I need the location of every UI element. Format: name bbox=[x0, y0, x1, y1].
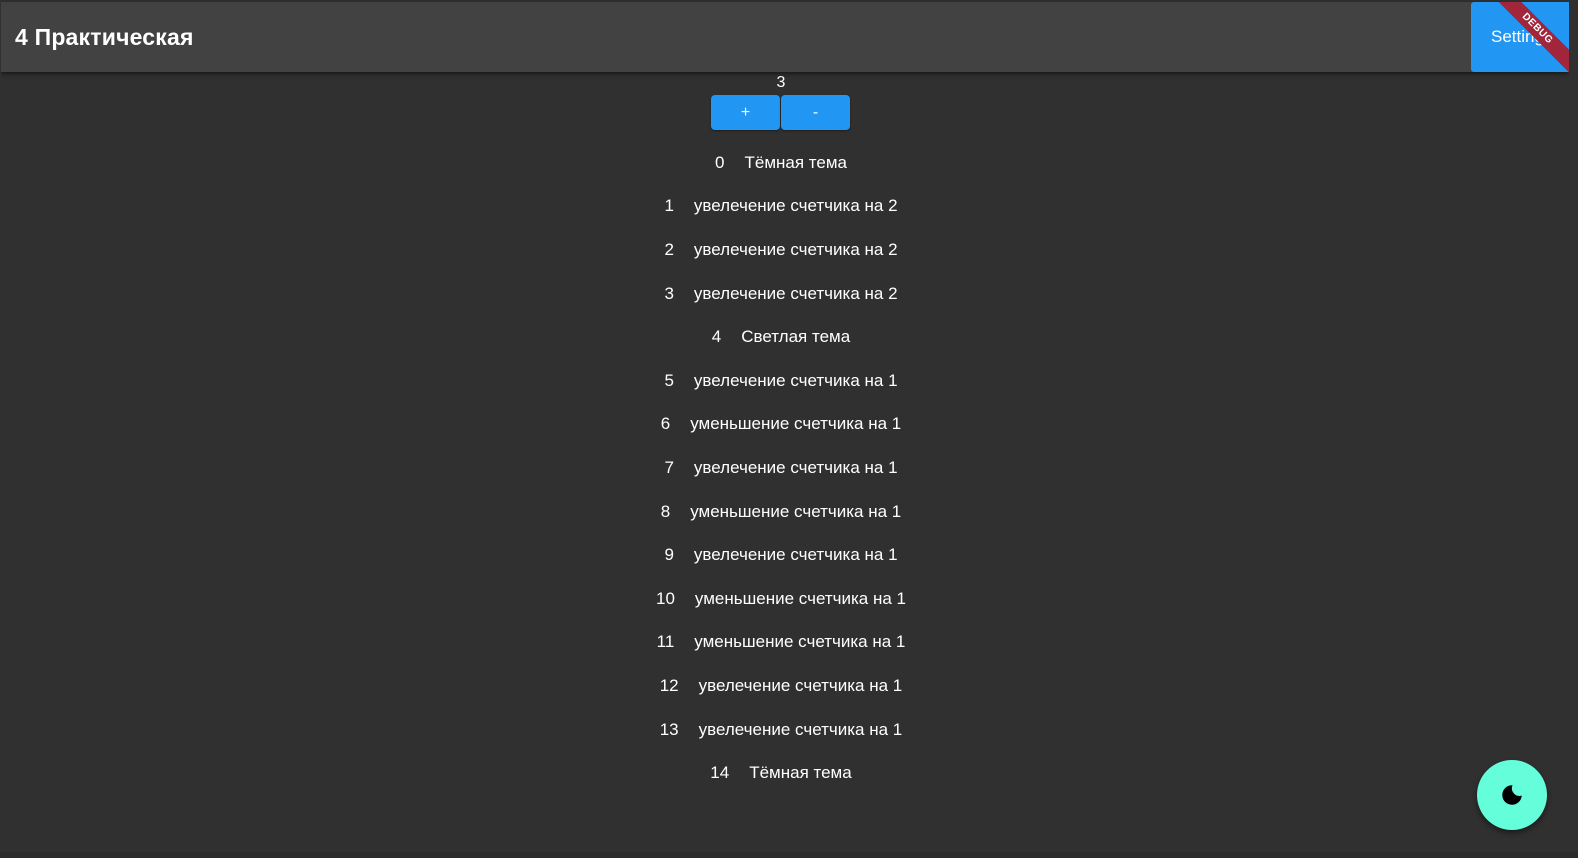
history-text: уменьшение счетчика на 1 bbox=[694, 588, 906, 608]
theme-toggle-button[interactable] bbox=[1477, 760, 1547, 830]
history-index: 4 bbox=[711, 327, 722, 347]
history-row: 8 уменьшение счетчика на 1 bbox=[1, 490, 1561, 534]
history-index: 8 bbox=[660, 501, 671, 521]
history-index: 14 bbox=[710, 763, 730, 783]
history-row: 2 увелечение счетчика на 2 bbox=[1, 228, 1561, 272]
app-window: 4 Практическая Settings DEBUG 3 + - 0 Тём… bbox=[1, 0, 1569, 852]
bottom-strip bbox=[0, 852, 1578, 858]
history-text: увелечение счетчика на 2 bbox=[693, 196, 898, 216]
history-text: уменьшение счетчика на 1 bbox=[690, 414, 902, 434]
counter-value: 3 bbox=[776, 74, 786, 91]
history-text: увелечение счетчика на 2 bbox=[693, 283, 898, 303]
history-index: 11 bbox=[656, 632, 675, 652]
history-text: увелечение счетчика на 1 bbox=[698, 719, 903, 739]
app-bar: 4 Практическая Settings bbox=[1, 2, 1569, 72]
history-row: 9 увелечение счетчика на 1 bbox=[1, 533, 1561, 577]
history-row: 6 уменьшение счетчика на 1 bbox=[1, 403, 1561, 447]
history-text: уменьшение счетчика на 1 bbox=[690, 501, 902, 521]
history-text: увелечение счетчика на 1 bbox=[693, 457, 898, 477]
history-row: 7 увелечение счетчика на 1 bbox=[1, 446, 1561, 490]
history-index: 12 bbox=[659, 675, 679, 695]
counter-buttons: + - bbox=[711, 95, 851, 130]
history-list: 0 Тёмная тема 1 увелечение счетчика на 2 2 ув… bbox=[1, 141, 1561, 795]
history-index: 3 bbox=[664, 283, 674, 303]
history-row: 10 уменьшение счетчика на 1 bbox=[1, 577, 1561, 621]
history-text: увелечение счетчика на 1 bbox=[693, 545, 898, 565]
history-row: 14 Тёмная тема bbox=[1, 751, 1561, 795]
history-row: 1 увелечение счетчика на 2 bbox=[1, 185, 1561, 229]
settings-button[interactable]: Settings bbox=[1471, 2, 1569, 72]
history-index: 10 bbox=[656, 588, 675, 608]
decrement-button[interactable]: - bbox=[781, 95, 850, 130]
history-text: увелечение счетчика на 1 bbox=[698, 675, 903, 695]
history-text: увелечение счетчика на 2 bbox=[693, 239, 898, 259]
history-row: 13 увелечение счетчика на 1 bbox=[1, 708, 1561, 752]
history-text: увелечение счетчика на 1 bbox=[693, 370, 898, 390]
history-index: 13 bbox=[659, 719, 679, 739]
history-text: уменьшение счетчика на 1 bbox=[694, 632, 906, 652]
history-text: Тёмная тема bbox=[744, 152, 847, 172]
history-row: 3 увелечение счетчика на 2 bbox=[1, 272, 1561, 316]
app-title: 4 Практическая bbox=[15, 24, 194, 50]
moon-icon bbox=[1502, 785, 1522, 805]
history-row: 5 увелечение счетчика на 1 bbox=[1, 359, 1561, 403]
history-row: 0 Тёмная тема bbox=[1, 141, 1561, 185]
history-row: 12 увелечение счетчика на 1 bbox=[1, 664, 1561, 708]
history-index: 9 bbox=[664, 545, 674, 565]
history-row: 4 Светлая тема bbox=[1, 315, 1561, 359]
history-text: Светлая тема bbox=[741, 327, 851, 347]
history-index: 1 bbox=[664, 196, 674, 216]
history-index: 6 bbox=[660, 414, 671, 434]
history-index: 2 bbox=[664, 239, 674, 259]
history-index: 5 bbox=[664, 370, 674, 390]
history-text: Тёмная тема bbox=[749, 763, 852, 783]
increment-button[interactable]: + bbox=[711, 95, 780, 130]
history-index: 0 bbox=[715, 152, 725, 172]
history-row: 11 уменьшение счетчика на 1 bbox=[1, 621, 1561, 665]
history-index: 7 bbox=[664, 457, 674, 477]
